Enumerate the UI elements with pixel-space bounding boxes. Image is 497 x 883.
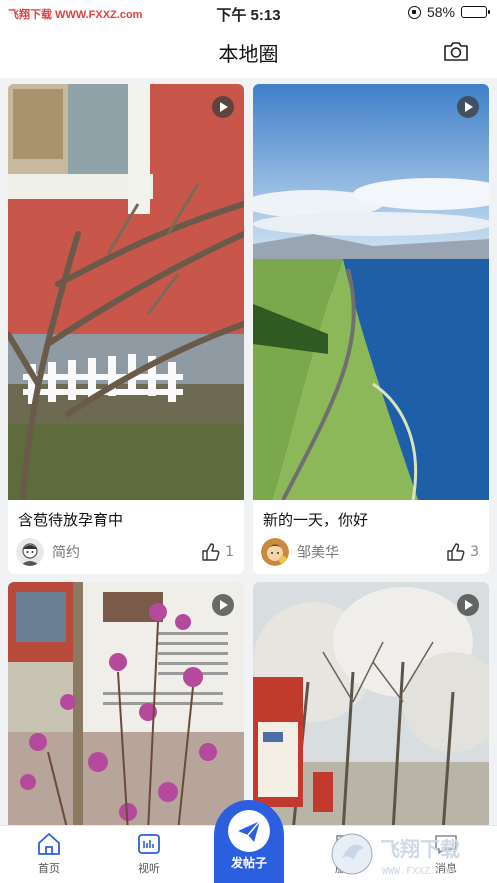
author-name: 简约 xyxy=(52,545,80,561)
video-play-icon xyxy=(212,594,234,616)
send-paper-plane-icon xyxy=(238,820,261,842)
battery-percent: 58% xyxy=(426,4,455,20)
post-meta: 邹美华 3 xyxy=(261,536,479,568)
post-card[interactable] xyxy=(8,582,244,832)
thumbs-up-icon xyxy=(202,543,220,561)
status-bar: 飞翔下载 WWW.FXXZ.com 下午 5:13 58% xyxy=(0,0,497,26)
tab-watch-label: 视听 xyxy=(138,862,160,875)
page-title: 本地圈 xyxy=(218,42,279,66)
battery-icon xyxy=(461,6,490,18)
post-thumbnail[interactable] xyxy=(253,84,489,500)
post-card[interactable]: 新的一天，你好 邹美华 3 xyxy=(253,84,489,574)
like-count: 1 xyxy=(225,544,234,560)
watermark-title: 飞翔下载 xyxy=(380,837,460,861)
tab-home[interactable]: 首页 xyxy=(19,832,79,876)
watermark-logo: 飞翔下载 WWW.FXXZ.COM xyxy=(331,833,460,877)
tab-home-label: 首页 xyxy=(38,862,60,875)
video-play-icon xyxy=(457,96,479,118)
post-thumbnail[interactable] xyxy=(253,582,489,832)
post-caption: 新的一天，你好 xyxy=(263,511,369,529)
like-button[interactable]: 1 xyxy=(201,542,234,562)
status-right: 58% xyxy=(407,4,490,20)
like-count: 3 xyxy=(470,544,479,560)
post-thumbnail[interactable] xyxy=(8,582,244,832)
post-thumbnail[interactable] xyxy=(8,84,244,500)
watermark-url: WWW.FXXZ.COM xyxy=(382,866,454,877)
avatar[interactable] xyxy=(16,538,44,566)
post-button[interactable]: 发帖子 xyxy=(214,800,284,883)
video-play-icon xyxy=(212,96,234,118)
camera-icon[interactable] xyxy=(443,40,469,62)
home-icon xyxy=(38,833,60,855)
like-button[interactable]: 3 xyxy=(446,542,479,562)
author-name: 邹美华 xyxy=(297,545,339,561)
avatar[interactable] xyxy=(261,538,289,566)
post-button-label: 发帖子 xyxy=(230,856,267,870)
video-play-icon xyxy=(457,594,479,616)
app-header: 本地圈 xyxy=(0,26,497,78)
post-card[interactable]: 含苞待放孕育中 简约 1 xyxy=(8,84,244,574)
thumbs-up-icon xyxy=(447,543,465,561)
post-button-circle xyxy=(228,810,270,852)
post-card[interactable] xyxy=(253,582,489,832)
rotation-lock-icon xyxy=(407,5,421,19)
audio-video-icon xyxy=(138,834,160,854)
post-caption: 含苞待放孕育中 xyxy=(18,511,124,529)
tab-watch[interactable]: 视听 xyxy=(119,832,179,876)
post-meta: 简约 1 xyxy=(16,536,234,568)
